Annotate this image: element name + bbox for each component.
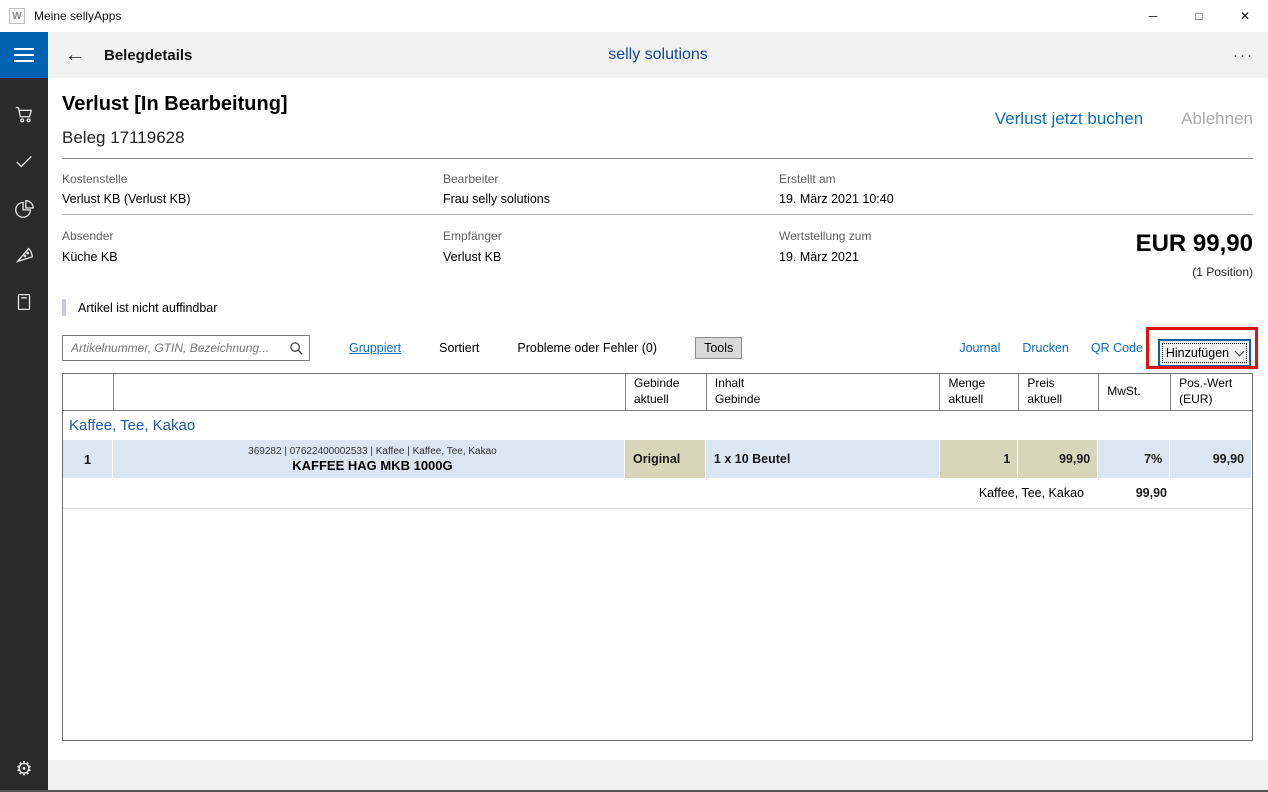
app-window: W Meine sellyApps ─ □ ✕ ← Belegdetails s… xyxy=(0,0,1268,792)
sidebar-item-cart[interactable] xyxy=(0,90,48,137)
meta-label-absender: Absender xyxy=(62,229,113,243)
table-row[interactable]: 1 369282 | 07622400002533 | Kaffee | Kaf… xyxy=(63,440,1252,478)
book-icon xyxy=(13,291,35,313)
cell-menge[interactable]: 1 xyxy=(940,440,1019,478)
article-meta: 369282 | 07622400002533 | Kaffee | Kaffe… xyxy=(248,446,497,457)
sidebar: ⚙ xyxy=(0,78,48,792)
meta-label-kostenstelle: Kostenstelle xyxy=(62,172,127,186)
search-input[interactable] xyxy=(63,341,283,355)
cell-mwst: 7% xyxy=(1098,440,1170,478)
summary-value: 99,90 xyxy=(1092,486,1174,500)
app-logo-icon: W xyxy=(9,8,25,24)
slice-icon xyxy=(13,244,35,266)
search-icon[interactable] xyxy=(283,336,309,360)
divider xyxy=(62,214,1253,215)
document-actions: Verlust jetzt buchen Ablehnen xyxy=(995,109,1253,129)
sidebar-item-catalog[interactable] xyxy=(0,278,48,325)
reject-button[interactable]: Ablehnen xyxy=(1181,109,1253,129)
sidebar-item-reports[interactable] xyxy=(0,184,48,231)
meta-label-empfaenger: Empfänger xyxy=(443,229,502,243)
toolbar: Gruppiert Sortiert Probleme oder Fehler … xyxy=(62,335,1253,365)
summary-label: Kaffee, Tee, Kakao xyxy=(63,486,1092,500)
group-summary-row: Kaffee, Tee, Kakao 99,90 xyxy=(63,478,1252,509)
toolbar-left-links: Gruppiert Sortiert Probleme oder Fehler … xyxy=(349,335,742,361)
more-icon[interactable]: ··· xyxy=(1233,32,1254,78)
sorted-link[interactable]: Sortiert xyxy=(439,341,479,355)
divider xyxy=(62,158,1253,159)
cell-poswert: 99,90 xyxy=(1170,440,1252,478)
maximize-icon[interactable]: □ xyxy=(1176,0,1222,32)
title-bar: W Meine sellyApps ─ □ ✕ xyxy=(0,0,1268,32)
footer-bar xyxy=(48,760,1268,790)
col-header-inhalt: InhaltGebinde xyxy=(706,374,940,410)
meta-value-bearbeiter: Frau selly solutions xyxy=(443,192,550,206)
check-icon xyxy=(13,150,35,172)
article-name: KAFFEE HAG MKB 1000G xyxy=(292,458,452,473)
col-header-article xyxy=(113,374,625,410)
document-total: EUR 99,90 xyxy=(1136,230,1253,258)
meta-value-erstellt-am: 19. März 2021 10:40 xyxy=(779,192,894,206)
app-bar: ← Belegdetails selly solutions ··· xyxy=(0,32,1268,78)
position-count: (1 Position) xyxy=(1192,265,1253,279)
grouped-link[interactable]: Gruppiert xyxy=(349,341,401,355)
col-header-preis: Preisaktuell xyxy=(1018,374,1098,410)
meta-value-absender: Küche KB xyxy=(62,250,118,264)
notice-bar xyxy=(62,299,66,316)
sidebar-item-promotions[interactable] xyxy=(0,231,48,278)
sidebar-item-tasks[interactable] xyxy=(0,137,48,184)
cart-icon xyxy=(13,103,35,125)
meta-label-erstellt-am: Erstellt am xyxy=(779,172,836,186)
positions-table: Gebindeaktuell InhaltGebinde Mengeaktuel… xyxy=(62,373,1253,741)
window-title: Meine sellyApps xyxy=(34,9,121,23)
close-icon[interactable]: ✕ xyxy=(1222,0,1268,32)
table-header: Gebindeaktuell InhaltGebinde Mengeaktuel… xyxy=(63,374,1252,411)
cell-gebinde[interactable]: Original xyxy=(625,440,706,478)
document-title: Verlust [In Bearbeitung] xyxy=(62,93,288,116)
journal-link[interactable]: Journal xyxy=(959,341,1000,355)
hamburger-menu-icon[interactable] xyxy=(0,32,48,78)
brand-title: selly solutions xyxy=(48,32,1268,78)
add-button-label: Hinzufügen xyxy=(1166,346,1229,360)
book-loss-button[interactable]: Verlust jetzt buchen xyxy=(995,109,1143,129)
col-header-mwst: MwSt. xyxy=(1098,374,1170,410)
row-article: 369282 | 07622400002533 | Kaffee | Kaffe… xyxy=(113,440,625,478)
qr-code-link[interactable]: QR Code xyxy=(1091,341,1143,355)
minimize-icon[interactable]: ─ xyxy=(1130,0,1176,32)
meta-label-bearbeiter: Bearbeiter xyxy=(443,172,498,186)
row-position: 1 xyxy=(63,440,113,478)
col-header-poswert: Pos.-Wert(EUR) xyxy=(1170,374,1252,410)
col-header-gebinde: Gebindeaktuell xyxy=(625,374,706,410)
search-box xyxy=(62,335,310,361)
cell-preis[interactable]: 99,90 xyxy=(1018,440,1098,478)
notice-row: Artikel ist nicht auffindbar xyxy=(62,299,217,316)
document-number: Beleg 17119628 xyxy=(62,128,185,148)
tools-button[interactable]: Tools xyxy=(695,337,742,359)
meta-value-empfaenger: Verlust KB xyxy=(443,250,501,264)
chevron-down-icon xyxy=(1235,346,1245,356)
col-header-menge: Mengeaktuell xyxy=(939,374,1018,410)
add-button[interactable]: Hinzufügen xyxy=(1158,339,1251,367)
pie-chart-icon xyxy=(13,197,35,219)
col-header-pos xyxy=(63,374,113,410)
toolbar-right-links: Journal Drucken QR Code xyxy=(959,335,1143,361)
meta-value-kostenstelle: Verlust KB (Verlust KB) xyxy=(62,192,191,206)
notice-text: Artikel ist nicht auffindbar xyxy=(78,301,217,315)
group-header[interactable]: Kaffee, Tee, Kakao xyxy=(63,411,1252,440)
window-controls: ─ □ ✕ xyxy=(1130,0,1268,32)
settings-gear-icon[interactable]: ⚙ xyxy=(0,749,48,789)
main-content: Verlust [In Bearbeitung] Beleg 17119628 … xyxy=(48,78,1268,760)
meta-value-wertstellung: 19. März 2021 xyxy=(779,250,859,264)
print-link[interactable]: Drucken xyxy=(1022,341,1069,355)
cell-inhalt: 1 x 10 Beutel xyxy=(706,440,940,478)
meta-label-wertstellung: Wertstellung zum xyxy=(779,229,871,243)
problems-link[interactable]: Probleme oder Fehler (0) xyxy=(517,341,657,355)
